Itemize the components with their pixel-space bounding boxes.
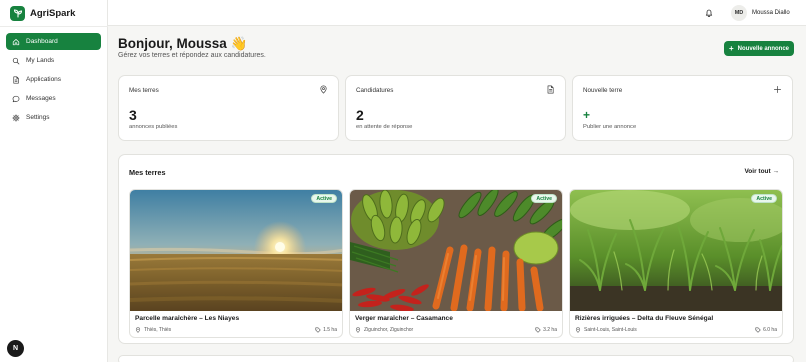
land-location-text: Saint-Louis, Saint-Louis bbox=[584, 327, 637, 333]
land-location: Thiès, Thiès bbox=[135, 327, 171, 333]
add-land-plus: + bbox=[583, 108, 591, 122]
land-card[interactable]: Active Rizières irriguées – Delta du Fle… bbox=[569, 189, 783, 338]
sidebar-item-applications[interactable]: Applications bbox=[6, 71, 101, 88]
map-pin-icon bbox=[135, 327, 141, 333]
sidebar-item-my-lands[interactable]: My Lands bbox=[6, 52, 101, 69]
help-button[interactable]: N bbox=[7, 340, 24, 357]
stat-card-applications[interactable]: Candidatures 2 en attente de réponse bbox=[345, 75, 566, 141]
status-badge: Active bbox=[531, 194, 557, 203]
land-name: Parcelle maraîchère – Les Niayes bbox=[135, 315, 240, 322]
plus-icon bbox=[773, 85, 782, 94]
chat-icon bbox=[12, 95, 20, 102]
tag-icon bbox=[755, 327, 761, 333]
topbar: MD Moussa Diallo bbox=[108, 0, 806, 26]
land-area-text: 6.0 ha bbox=[763, 327, 777, 333]
land-location-text: Thiès, Thiès bbox=[144, 327, 172, 333]
land-area: 3.2 ha bbox=[535, 327, 557, 333]
land-name: Verger maraîcher – Casamance bbox=[355, 315, 453, 322]
stat-value: 2 bbox=[356, 107, 364, 123]
map-pin-icon bbox=[575, 327, 581, 333]
see-all-link[interactable]: Voir tout → bbox=[744, 168, 779, 175]
home-icon bbox=[12, 38, 20, 45]
sidebar-divider bbox=[0, 26, 108, 27]
stat-card-lands[interactable]: Mes terres 3 annonces publiées bbox=[118, 75, 339, 141]
page-title: Bonjour, Moussa 👋 bbox=[118, 36, 248, 51]
stat-title: Mes terres bbox=[129, 87, 159, 94]
brand-name: AgriSpark bbox=[30, 7, 76, 19]
land-area: 6.0 ha bbox=[755, 327, 777, 333]
avatar: MD bbox=[731, 5, 747, 21]
next-section-edge bbox=[118, 355, 794, 362]
section-title: Mes terres bbox=[129, 168, 166, 177]
land-image-vegetables bbox=[350, 190, 562, 311]
sidebar-item-label: My Lands bbox=[26, 57, 55, 64]
stat-card-new-land[interactable]: Nouvelle terre + Publier une annonce bbox=[572, 75, 793, 141]
plus-icon: + bbox=[728, 43, 734, 53]
new-listing-button[interactable]: + Nouvelle annonce bbox=[724, 41, 794, 56]
stat-subtext: annonces publiées bbox=[129, 124, 178, 130]
land-location: Saint-Louis, Saint-Louis bbox=[575, 327, 637, 333]
sidebar-item-label: Messages bbox=[26, 95, 56, 102]
sidebar-item-settings[interactable]: Settings bbox=[6, 109, 101, 126]
stat-title: Nouvelle terre bbox=[583, 87, 623, 94]
sidebar-item-messages[interactable]: Messages bbox=[6, 90, 101, 107]
land-area-text: 3.2 ha bbox=[543, 327, 557, 333]
stat-subtext: Publier une annonce bbox=[583, 124, 637, 130]
land-card[interactable]: Active Parcelle maraîchère – Les Niayes … bbox=[129, 189, 343, 338]
tag-icon bbox=[535, 327, 541, 333]
stat-title: Candidatures bbox=[356, 87, 394, 94]
sidebar-item-label: Settings bbox=[26, 114, 50, 121]
land-area: 1.5 ha bbox=[315, 327, 337, 333]
stat-value: 3 bbox=[129, 107, 137, 123]
land-name: Rizières irriguées – Delta du Fleuve Sén… bbox=[575, 315, 714, 322]
status-badge: Active bbox=[311, 194, 337, 203]
tag-icon bbox=[315, 327, 321, 333]
page-subtitle: Gérez vos terres et répondez aux candida… bbox=[118, 52, 266, 59]
gear-icon bbox=[12, 113, 20, 122]
land-card[interactable]: Active Verger maraîcher – Casamance Zigu… bbox=[349, 189, 563, 338]
land-location: Ziguinchor, Ziguinchor bbox=[355, 327, 413, 333]
map-pin-icon bbox=[355, 327, 361, 333]
land-image-sunset-field bbox=[130, 190, 342, 311]
brand[interactable]: AgriSpark bbox=[10, 5, 75, 21]
map-pin-icon bbox=[320, 85, 327, 94]
land-area-text: 1.5 ha bbox=[323, 327, 337, 333]
sidebar-item-label: Dashboard bbox=[26, 38, 58, 45]
land-location-text: Ziguinchor, Ziguinchor bbox=[364, 327, 414, 333]
document-icon bbox=[13, 75, 19, 84]
bell-icon[interactable] bbox=[704, 8, 714, 18]
status-badge: Active bbox=[751, 194, 777, 203]
user-name: Moussa Diallo bbox=[752, 10, 790, 16]
sidebar-nav: Dashboard My Lands Applications Messages… bbox=[6, 33, 101, 128]
sidebar-item-dashboard[interactable]: Dashboard bbox=[6, 33, 101, 50]
document-icon bbox=[547, 85, 554, 94]
new-listing-label: Nouvelle annonce bbox=[737, 45, 790, 52]
lands-section: Mes terres Voir tout → Active Parcelle m… bbox=[118, 154, 794, 344]
search-icon bbox=[12, 57, 20, 64]
sprout-logo-icon bbox=[10, 5, 25, 21]
stat-subtext: en attente de réponse bbox=[356, 124, 413, 130]
sidebar-item-label: Applications bbox=[26, 76, 62, 83]
user-menu[interactable]: MD Moussa Diallo bbox=[731, 5, 790, 21]
sidebar: AgriSpark Dashboard My Lands Application… bbox=[0, 0, 108, 362]
land-image-young-plants bbox=[570, 190, 782, 311]
